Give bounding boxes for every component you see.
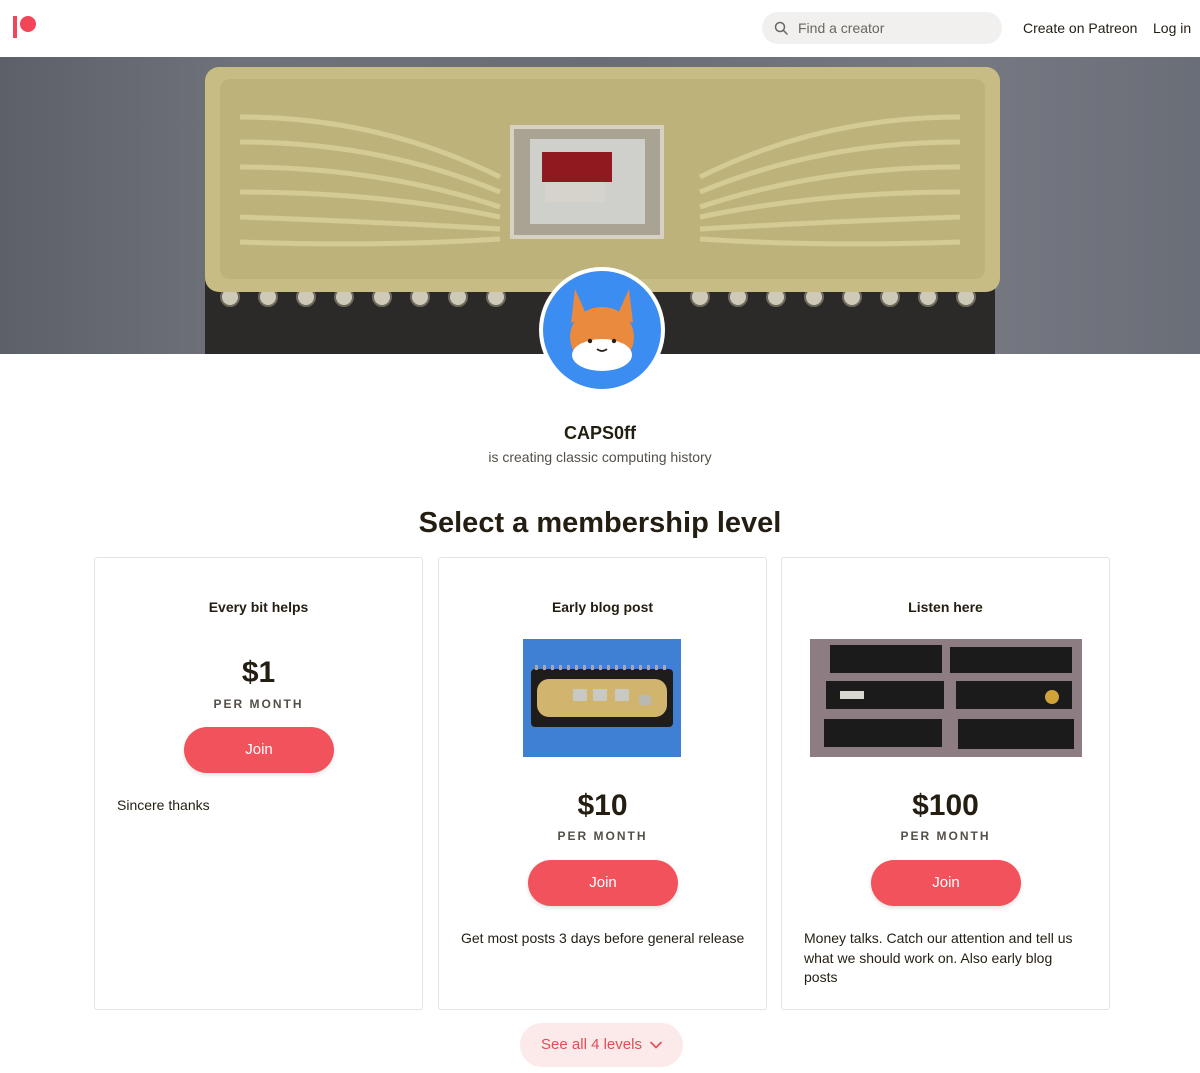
tier-description: Get most posts 3 days before general rel… xyxy=(461,930,745,946)
see-all-levels-button[interactable]: See all 4 levels xyxy=(520,1023,683,1067)
tier-description: Sincere thanks xyxy=(117,797,210,813)
creator-tagline: is creating classic computing history xyxy=(488,449,712,465)
search-placeholder: Find a creator xyxy=(798,20,885,36)
tier-price: $10 xyxy=(577,789,628,822)
tier-period: PER MONTH xyxy=(213,697,304,711)
search-input[interactable]: Find a creator xyxy=(762,12,1002,44)
logo-bar xyxy=(13,16,17,38)
creator-name: CAPS0ff xyxy=(563,423,636,443)
search-icon xyxy=(774,21,788,35)
create-on-patreon-link[interactable]: Create on Patreon xyxy=(1023,20,1137,36)
see-all-label: See all 4 levels xyxy=(541,1036,642,1053)
tier-card-every-bit-helps: Every bit helps $1 PER MONTH Join Sincer… xyxy=(94,557,423,1010)
chips-image xyxy=(824,645,1074,749)
tier-price: $1 xyxy=(241,656,276,689)
tier-card-listen-here: Listen here $100 PER MONTH Join Money ta… xyxy=(781,557,1110,1010)
avatar-image xyxy=(543,271,661,389)
fox-icon xyxy=(570,289,634,371)
join-button[interactable]: Join xyxy=(871,860,1021,906)
tier-card-early-blog-post: Early blog post $10 PER MONTH Join Get m… xyxy=(438,557,767,1010)
tier-period: PER MONTH xyxy=(900,829,991,843)
tier-image xyxy=(523,639,681,757)
tier-title: Listen here xyxy=(908,599,983,615)
tier-price: $100 xyxy=(912,789,979,822)
join-button[interactable]: Join xyxy=(184,727,334,773)
chip-image xyxy=(531,665,673,727)
tier-title: Early blog post xyxy=(551,599,654,615)
tier-period: PER MONTH xyxy=(557,829,648,843)
login-link[interactable]: Log in xyxy=(1153,20,1191,36)
membership-section-title: Select a membership level xyxy=(418,507,782,539)
top-nav: Find a creator Create on Patreon Log in xyxy=(0,0,1200,57)
join-button[interactable]: Join xyxy=(528,860,678,906)
patreon-logo[interactable] xyxy=(13,16,37,38)
logo-dot xyxy=(20,16,36,32)
chevron-down-icon xyxy=(650,1023,662,1067)
tier-image xyxy=(810,639,1082,757)
tier-description: Money talks. Catch our attention and tel… xyxy=(804,930,1073,985)
creator-avatar[interactable] xyxy=(539,267,665,393)
tier-title: Every bit helps xyxy=(208,599,309,615)
